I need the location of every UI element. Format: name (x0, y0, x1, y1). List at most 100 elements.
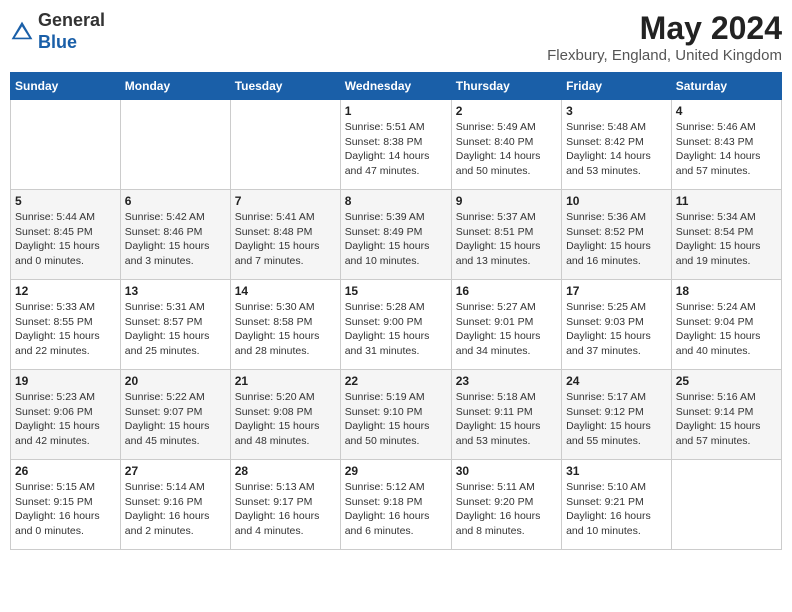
day-info: Sunrise: 5:11 AM Sunset: 9:20 PM Dayligh… (456, 480, 557, 539)
calendar-cell: 29Sunrise: 5:12 AM Sunset: 9:18 PM Dayli… (340, 460, 451, 550)
calendar-cell: 11Sunrise: 5:34 AM Sunset: 8:54 PM Dayli… (671, 190, 781, 280)
day-info: Sunrise: 5:16 AM Sunset: 9:14 PM Dayligh… (676, 390, 777, 449)
logo-blue-text: Blue (38, 32, 77, 52)
calendar-cell: 7 Sunrise: 5:41 AM Sunset: 8:48 PM Daylig… (230, 190, 340, 280)
day-info: Sunrise: 5:15 AM Sunset: 9:15 PM Dayligh… (15, 480, 116, 539)
day-info: Sunrise: 5:13 AM Sunset: 9:17 PM Dayligh… (235, 480, 336, 539)
day-info: Sunrise: 5:30 AM Sunset: 8:58 PM Dayligh… (235, 300, 336, 359)
calendar-cell: 31Sunrise: 5:10 AM Sunset: 9:21 PM Dayli… (562, 460, 672, 550)
day-number: 26 (15, 464, 116, 478)
day-info: Sunrise: 5:10 AM Sunset: 9:21 PM Dayligh… (566, 480, 667, 539)
day-number: 8 (345, 194, 447, 208)
calendar-header-row: SundayMondayTuesdayWednesdayThursdayFrid… (11, 73, 782, 100)
calendar-cell: 21Sunrise: 5:20 AM Sunset: 9:08 PM Dayli… (230, 370, 340, 460)
day-number: 13 (125, 284, 226, 298)
day-number: 22 (345, 374, 447, 388)
calendar-cell: 13 Sunrise: 5:31 AM Sunset: 8:57 PM Dayli… (120, 280, 230, 370)
day-number: 4 (676, 104, 777, 118)
day-info: Sunrise: 5:31 AM Sunset: 8:57 PM Dayligh… (125, 300, 226, 359)
day-number: 10 (566, 194, 667, 208)
day-header-tuesday: Tuesday (230, 73, 340, 100)
day-number: 3 (566, 104, 667, 118)
day-info: Sunrise: 5:19 AM Sunset: 9:10 PM Dayligh… (345, 390, 447, 449)
calendar-cell: 9 Sunrise: 5:37 AM Sunset: 8:51 PM Daylig… (451, 190, 561, 280)
calendar-cell: 17 Sunrise: 5:25 AM Sunset: 9:03 PM Dayli… (562, 280, 672, 370)
calendar-cell: 28 Sunrise: 5:13 AM Sunset: 9:17 PM Dayli… (230, 460, 340, 550)
day-number: 2 (456, 104, 557, 118)
day-number: 28 (235, 464, 336, 478)
day-info: Sunrise: 5:17 AM Sunset: 9:12 PM Dayligh… (566, 390, 667, 449)
calendar-cell: 10Sunrise: 5:36 AM Sunset: 8:52 PM Dayli… (562, 190, 672, 280)
calendar-body: 1Sunrise: 5:51 AM Sunset: 8:38 PM Daylig… (11, 100, 782, 550)
calendar-cell: 27 Sunrise: 5:14 AM Sunset: 9:16 PM Dayli… (120, 460, 230, 550)
day-number: 25 (676, 374, 777, 388)
day-info: Sunrise: 5:44 AM Sunset: 8:45 PM Dayligh… (15, 210, 116, 269)
day-info: Sunrise: 5:51 AM Sunset: 8:38 PM Dayligh… (345, 120, 447, 179)
day-info: Sunrise: 5:14 AM Sunset: 9:16 PM Dayligh… (125, 480, 226, 539)
calendar-cell: 5Sunrise: 5:44 AM Sunset: 8:45 PM Daylig… (11, 190, 121, 280)
day-number: 6 (125, 194, 226, 208)
day-number: 11 (676, 194, 777, 208)
calendar-cell: 1Sunrise: 5:51 AM Sunset: 8:38 PM Daylig… (340, 100, 451, 190)
day-number: 17 (566, 284, 667, 298)
day-info: Sunrise: 5:27 AM Sunset: 9:01 PM Dayligh… (456, 300, 557, 359)
calendar-cell: 4 Sunrise: 5:46 AM Sunset: 8:43 PM Daylig… (671, 100, 781, 190)
day-number: 30 (456, 464, 557, 478)
day-number: 15 (345, 284, 447, 298)
day-info: Sunrise: 5:23 AM Sunset: 9:06 PM Dayligh… (15, 390, 116, 449)
day-info: Sunrise: 5:24 AM Sunset: 9:04 PM Dayligh… (676, 300, 777, 359)
logo-icon (10, 20, 34, 44)
calendar-cell: 26 Sunrise: 5:15 AM Sunset: 9:15 PM Dayli… (11, 460, 121, 550)
day-info: Sunrise: 5:41 AM Sunset: 8:48 PM Dayligh… (235, 210, 336, 269)
calendar-cell: 19 Sunrise: 5:23 AM Sunset: 9:06 PM Dayli… (11, 370, 121, 460)
calendar-cell: 15 Sunrise: 5:28 AM Sunset: 9:00 PM Dayli… (340, 280, 451, 370)
day-header-friday: Friday (562, 73, 672, 100)
calendar-cell: 8 Sunrise: 5:39 AM Sunset: 8:49 PM Daylig… (340, 190, 451, 280)
calendar-cell: 18Sunrise: 5:24 AM Sunset: 9:04 PM Dayli… (671, 280, 781, 370)
calendar-cell: 16 Sunrise: 5:27 AM Sunset: 9:01 PM Dayli… (451, 280, 561, 370)
calendar-cell: 24 Sunrise: 5:17 AM Sunset: 9:12 PM Dayli… (562, 370, 672, 460)
calendar-cell (230, 100, 340, 190)
calendar-cell: 25 Sunrise: 5:16 AM Sunset: 9:14 PM Dayli… (671, 370, 781, 460)
calendar-cell: 22 Sunrise: 5:19 AM Sunset: 9:10 PM Dayli… (340, 370, 451, 460)
day-info: Sunrise: 5:39 AM Sunset: 8:49 PM Dayligh… (345, 210, 447, 269)
day-info: Sunrise: 5:48 AM Sunset: 8:42 PM Dayligh… (566, 120, 667, 179)
day-number: 9 (456, 194, 557, 208)
logo-general-text: General (38, 10, 105, 30)
day-info: Sunrise: 5:28 AM Sunset: 9:00 PM Dayligh… (345, 300, 447, 359)
day-header-saturday: Saturday (671, 73, 781, 100)
day-info: Sunrise: 5:37 AM Sunset: 8:51 PM Dayligh… (456, 210, 557, 269)
calendar-cell (671, 460, 781, 550)
day-header-wednesday: Wednesday (340, 73, 451, 100)
calendar-week-row: 26 Sunrise: 5:15 AM Sunset: 9:15 PM Dayli… (11, 460, 782, 550)
day-number: 7 (235, 194, 336, 208)
day-number: 24 (566, 374, 667, 388)
day-header-sunday: Sunday (11, 73, 121, 100)
calendar-cell: 30 Sunrise: 5:11 AM Sunset: 9:20 PM Dayli… (451, 460, 561, 550)
calendar-week-row: 12Sunrise: 5:33 AM Sunset: 8:55 PM Dayli… (11, 280, 782, 370)
calendar-week-row: 1Sunrise: 5:51 AM Sunset: 8:38 PM Daylig… (11, 100, 782, 190)
day-number: 20 (125, 374, 226, 388)
calendar-table: SundayMondayTuesdayWednesdayThursdayFrid… (10, 72, 782, 550)
calendar-cell: 6 Sunrise: 5:42 AM Sunset: 8:46 PM Daylig… (120, 190, 230, 280)
day-info: Sunrise: 5:25 AM Sunset: 9:03 PM Dayligh… (566, 300, 667, 359)
title-block: May 2024 Flexbury, England, United Kingd… (547, 10, 782, 64)
calendar-cell: 12Sunrise: 5:33 AM Sunset: 8:55 PM Dayli… (11, 280, 121, 370)
day-info: Sunrise: 5:18 AM Sunset: 9:11 PM Dayligh… (456, 390, 557, 449)
calendar-cell (11, 100, 121, 190)
month-year-title: May 2024 (547, 10, 782, 47)
day-info: Sunrise: 5:42 AM Sunset: 8:46 PM Dayligh… (125, 210, 226, 269)
day-number: 14 (235, 284, 336, 298)
day-info: Sunrise: 5:46 AM Sunset: 8:43 PM Dayligh… (676, 120, 777, 179)
calendar-cell: 3 Sunrise: 5:48 AM Sunset: 8:42 PM Daylig… (562, 100, 672, 190)
location-subtitle: Flexbury, England, United Kingdom (547, 47, 782, 64)
day-number: 16 (456, 284, 557, 298)
day-number: 27 (125, 464, 226, 478)
day-number: 19 (15, 374, 116, 388)
calendar-week-row: 5Sunrise: 5:44 AM Sunset: 8:45 PM Daylig… (11, 190, 782, 280)
day-number: 29 (345, 464, 447, 478)
calendar-cell: 23Sunrise: 5:18 AM Sunset: 9:11 PM Dayli… (451, 370, 561, 460)
day-info: Sunrise: 5:33 AM Sunset: 8:55 PM Dayligh… (15, 300, 116, 359)
day-info: Sunrise: 5:22 AM Sunset: 9:07 PM Dayligh… (125, 390, 226, 449)
calendar-cell (120, 100, 230, 190)
